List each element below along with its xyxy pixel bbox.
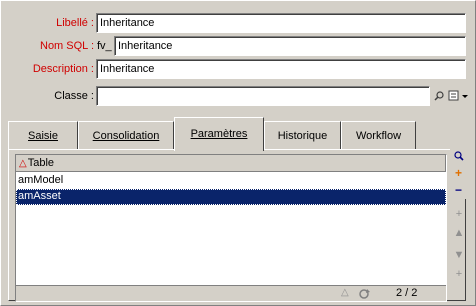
nomsql-label: Nom SQL :	[40, 40, 94, 52]
remove-button[interactable]: −	[450, 182, 467, 199]
tab-consolidation-label: Consolidation	[92, 130, 160, 142]
dropdown-arrow-icon	[462, 95, 468, 98]
libelle-label-container: Libellé :	[0, 13, 94, 33]
classe-dropdown-button[interactable]	[461, 87, 469, 105]
nomsql-prefix-box: fv_	[97, 40, 112, 52]
sort-arrow-icon: △	[341, 287, 349, 298]
move-first-button[interactable]: +	[451, 206, 467, 223]
move-down-icon: ▼	[453, 249, 465, 261]
column-header-label: Table	[27, 157, 54, 169]
description-label: Description :	[32, 63, 94, 75]
move-down-button[interactable]: ▼	[451, 247, 467, 264]
classe-search-button[interactable]	[431, 87, 447, 105]
pager-count: 2 / 2	[396, 287, 418, 299]
nomsql-field[interactable]: Inheritance	[114, 36, 466, 56]
column-header-table[interactable]: △Table	[16, 155, 446, 172]
tab-saisie[interactable]: Saisie	[8, 121, 78, 149]
libelle-label: Libellé :	[56, 17, 94, 29]
sort-icon: △	[19, 158, 27, 169]
table-row-selected[interactable]: amAsset	[16, 189, 446, 205]
libelle-value: Inheritance	[100, 17, 155, 29]
description-label-container: Description :	[0, 59, 94, 79]
tab-parametres-label: Paramètres	[190, 128, 248, 140]
search-icon	[434, 91, 444, 101]
classe-label-container: Classe :	[0, 86, 94, 106]
move-up-button[interactable]: ▲	[451, 225, 467, 242]
classe-list-button[interactable]	[447, 87, 461, 105]
table-row-value: amModel	[18, 174, 64, 186]
plus-small-icon: +	[455, 268, 463, 280]
zoom-icon	[454, 151, 464, 161]
tab-historique-label: Historique	[277, 130, 328, 142]
description-field[interactable]: Inheritance	[96, 59, 466, 79]
move-last-button[interactable]: +	[451, 266, 467, 283]
add-icon: +	[454, 166, 462, 180]
nomsql-label-container: Nom SQL :	[0, 36, 94, 56]
tab-workflow-label: Workflow	[355, 130, 402, 142]
tab-parametres[interactable]: Paramètres	[174, 117, 264, 151]
tab-strip: Saisie Consolidation Paramètres Historiq…	[8, 117, 466, 151]
plus-small-icon: +	[455, 208, 463, 220]
nomsql-value: Inheritance	[118, 40, 173, 52]
classe-field[interactable]	[96, 86, 430, 106]
table-row[interactable]: amModel	[16, 173, 446, 189]
nomsql-prefix: fv_	[97, 40, 112, 52]
add-button[interactable]: +	[450, 165, 467, 182]
zoom-button[interactable]	[450, 148, 467, 165]
description-value: Inheritance	[100, 63, 155, 75]
tab-historique[interactable]: Historique	[264, 121, 341, 149]
list-icon	[448, 90, 459, 101]
remove-icon: −	[454, 183, 462, 197]
classe-label: Classe :	[54, 90, 94, 102]
tab-workflow[interactable]: Workflow	[341, 121, 416, 149]
move-up-icon: ▲	[453, 227, 465, 239]
tab-consolidation[interactable]: Consolidation	[78, 121, 174, 149]
table-grid: △Table amModel amAsset △ 2 / 2	[15, 154, 447, 302]
grid-status-bar: △ 2 / 2	[16, 285, 446, 301]
tab-saisie-label: Saisie	[28, 130, 58, 142]
refresh-icon[interactable]	[357, 287, 371, 300]
table-row-value: amAsset	[18, 190, 61, 202]
libelle-field[interactable]: Inheritance	[96, 13, 466, 33]
